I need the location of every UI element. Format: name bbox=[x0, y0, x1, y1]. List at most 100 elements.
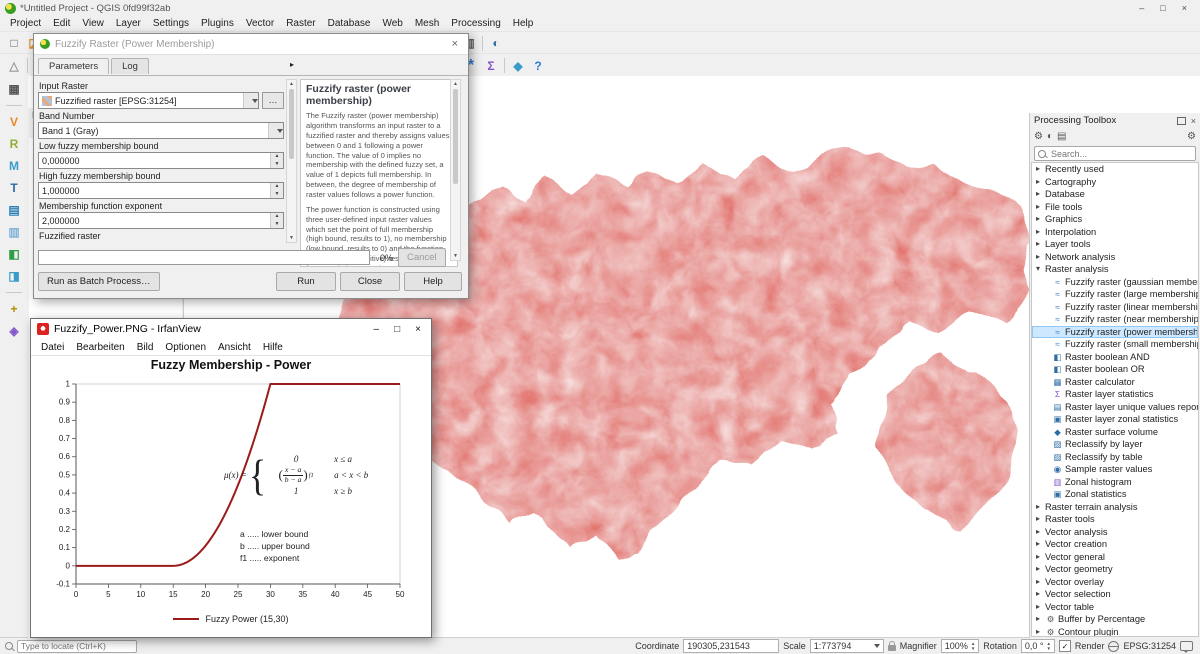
expander-icon[interactable]: ▸ bbox=[1036, 213, 1045, 226]
irfanview-menu-optionen[interactable]: Optionen bbox=[159, 341, 212, 354]
expander-icon[interactable]: ▸ bbox=[1036, 238, 1045, 251]
add-mesh-layer-icon[interactable]: M bbox=[4, 157, 24, 175]
menu-settings[interactable]: Settings bbox=[147, 17, 195, 30]
expander-icon[interactable]: ▸ bbox=[1036, 201, 1045, 214]
toolbox-alg-raster-calculator[interactable]: ▦Raster calculator bbox=[1032, 376, 1198, 389]
collapse-help-icon[interactable]: ▸ bbox=[290, 60, 294, 69]
toolbox-group-file-tools[interactable]: ▸File tools bbox=[1032, 201, 1198, 214]
options-icon[interactable]: ⚙ bbox=[1187, 131, 1196, 142]
toolbox-alg-zonal-histogram[interactable]: ▥Zonal histogram bbox=[1032, 476, 1198, 489]
irfanview-menu-datei[interactable]: Datei bbox=[35, 341, 70, 354]
irfanview-menu-ansicht[interactable]: Ansicht bbox=[212, 341, 257, 354]
expander-icon[interactable]: ▸ bbox=[1036, 176, 1045, 189]
spin-down-icon[interactable]: ▼ bbox=[271, 161, 283, 169]
help-scrollbar[interactable]: ▲ ▼ bbox=[450, 79, 461, 261]
magnifier-spinbox[interactable]: 100% ▲▼ bbox=[941, 639, 980, 653]
new-shapefile-layer-icon[interactable]: + bbox=[4, 300, 24, 318]
rotation-spinbox[interactable]: 0,0 ° ▲▼ bbox=[1021, 639, 1055, 653]
toolbox-group-vector-selection[interactable]: ▸Vector selection bbox=[1032, 588, 1198, 601]
irfanview-menu-bild[interactable]: Bild bbox=[131, 341, 160, 354]
spin-down-icon[interactable]: ▼ bbox=[271, 221, 283, 229]
form-scrollbar[interactable]: ▲ ▼ bbox=[286, 79, 297, 243]
toolbox-group-raster-terrain-analysis[interactable]: ▸Raster terrain analysis bbox=[1032, 501, 1198, 514]
menu-raster[interactable]: Raster bbox=[280, 17, 321, 30]
close-icon[interactable]: × bbox=[1182, 3, 1187, 13]
toolbox-group-vector-analysis[interactable]: ▸Vector analysis bbox=[1032, 526, 1198, 539]
toolbox-alg-raster-boolean-or[interactable]: ◧Raster boolean OR bbox=[1032, 363, 1198, 376]
models-icon[interactable]: ⚙ bbox=[1034, 131, 1043, 142]
chevron-down-icon[interactable] bbox=[268, 123, 283, 138]
temporal-controller-icon[interactable]: ◐ bbox=[486, 33, 506, 53]
low-bound-spinbox[interactable]: 0,000000 ▲▼ bbox=[38, 152, 284, 169]
add-raster-layer-icon[interactable]: R bbox=[4, 135, 24, 153]
menu-project[interactable]: Project bbox=[4, 17, 47, 30]
add-postgis-layer-icon[interactable]: ▤ bbox=[4, 201, 24, 219]
toolbox-group-interpolation[interactable]: ▸Interpolation bbox=[1032, 226, 1198, 239]
toolbox-alg-fuzzify-raster-small-membership[interactable]: ≈Fuzzify raster (small membership) bbox=[1032, 338, 1198, 351]
help-icon[interactable]: ? bbox=[528, 56, 548, 76]
expander-icon[interactable]: ▸ bbox=[1036, 613, 1045, 626]
style-dock-icon[interactable]: ◈ bbox=[4, 322, 24, 340]
toolbox-alg-raster-layer-unique-values-report[interactable]: ▤Raster layer unique values report bbox=[1032, 401, 1198, 414]
run-as-batch-button[interactable]: Run as Batch Process… bbox=[38, 272, 160, 291]
scroll-up-icon[interactable]: ▲ bbox=[453, 80, 458, 88]
input-raster-combo[interactable]: Fuzzified raster [EPSG:31254] bbox=[38, 92, 259, 109]
spin-down-icon[interactable]: ▼ bbox=[971, 646, 975, 651]
float-panel-icon[interactable] bbox=[1177, 117, 1186, 125]
maximize-icon[interactable]: □ bbox=[394, 324, 400, 335]
menu-vector[interactable]: Vector bbox=[240, 17, 280, 30]
close-icon[interactable]: × bbox=[415, 324, 421, 335]
add-delimited-text-layer-icon[interactable]: T bbox=[4, 179, 24, 197]
scrollbar-thumb[interactable] bbox=[453, 89, 458, 184]
toolbox-group-recently-used[interactable]: ▸Recently used bbox=[1032, 163, 1198, 176]
scroll-up-icon[interactable]: ▲ bbox=[289, 80, 294, 88]
menu-web[interactable]: Web bbox=[376, 17, 408, 30]
toolbox-group-buffer-by-percentage[interactable]: ▸⚙Buffer by Percentage bbox=[1032, 613, 1198, 626]
toolbox-group-raster-tools[interactable]: ▸Raster tools bbox=[1032, 513, 1198, 526]
exponent-spinbox[interactable]: 2,000000 ▲▼ bbox=[38, 212, 284, 229]
irfanview-menu-bearbeiten[interactable]: Bearbeiten bbox=[70, 341, 130, 354]
results-viewer-icon[interactable]: ▤ bbox=[1057, 131, 1066, 142]
expander-icon[interactable]: ▸ bbox=[1036, 588, 1045, 601]
run-button[interactable]: Run bbox=[276, 272, 336, 291]
tab-log[interactable]: Log bbox=[111, 58, 149, 74]
expander-icon[interactable]: ▸ bbox=[1036, 563, 1045, 576]
menu-view[interactable]: View bbox=[76, 17, 110, 30]
toolbox-alg-fuzzify-raster-near-membership[interactable]: ≈Fuzzify raster (near membership) bbox=[1032, 313, 1198, 326]
data-source-manager-icon[interactable]: ▦ bbox=[4, 80, 24, 98]
maximize-icon[interactable]: □ bbox=[1160, 3, 1165, 13]
spin-down-icon[interactable]: ▼ bbox=[1046, 646, 1050, 651]
menu-database[interactable]: Database bbox=[322, 17, 377, 30]
toolbox-group-graphics[interactable]: ▸Graphics bbox=[1032, 213, 1198, 226]
minimize-icon[interactable]: – bbox=[374, 324, 380, 335]
toolbox-group-network-analysis[interactable]: ▸Network analysis bbox=[1032, 251, 1198, 264]
close-panel-icon[interactable]: × bbox=[1191, 116, 1196, 126]
toolbox-search[interactable] bbox=[1034, 146, 1196, 161]
close-icon[interactable]: × bbox=[448, 38, 462, 50]
add-spatialite-layer-icon[interactable]: ▥ bbox=[4, 223, 24, 241]
expander-icon[interactable]: ▸ bbox=[1036, 626, 1045, 638]
band-combo[interactable]: Band 1 (Gray) bbox=[38, 122, 284, 139]
add-vector-layer-icon[interactable]: V bbox=[4, 113, 24, 131]
toolbox-alg-raster-surface-volume[interactable]: ◆Raster surface volume bbox=[1032, 426, 1198, 439]
toolbox-alg-fuzzify-raster-power-membership[interactable]: ≈Fuzzify raster (power membership) bbox=[1032, 326, 1198, 339]
new-project-icon[interactable]: □ bbox=[4, 33, 24, 53]
render-checkbox[interactable]: ✓ bbox=[1059, 640, 1071, 652]
help-button[interactable]: Help bbox=[404, 272, 462, 291]
mesh-tool-icon[interactable]: ◆ bbox=[508, 56, 528, 76]
irfanview-menu-hilfe[interactable]: Hilfe bbox=[257, 341, 289, 354]
expander-icon[interactable]: ▸ bbox=[1036, 538, 1045, 551]
search-input[interactable] bbox=[1049, 148, 1192, 160]
spin-up-icon[interactable]: ▲ bbox=[271, 213, 283, 221]
expander-icon[interactable]: ▾ bbox=[1036, 263, 1045, 276]
cancel-button[interactable]: Cancel bbox=[398, 248, 446, 267]
toolbox-group-layer-tools[interactable]: ▸Layer tools bbox=[1032, 238, 1198, 251]
expander-icon[interactable]: ▸ bbox=[1036, 576, 1045, 589]
toolbox-alg-reclassify-by-table[interactable]: ▨Reclassify by table bbox=[1032, 451, 1198, 464]
menu-processing[interactable]: Processing bbox=[445, 17, 506, 30]
expander-icon[interactable]: ▸ bbox=[1036, 513, 1045, 526]
menu-mesh[interactable]: Mesh bbox=[409, 17, 445, 30]
toolbox-alg-zonal-statistics[interactable]: ▣Zonal statistics bbox=[1032, 488, 1198, 501]
menu-help[interactable]: Help bbox=[507, 17, 540, 30]
expander-icon[interactable]: ▸ bbox=[1036, 551, 1045, 564]
